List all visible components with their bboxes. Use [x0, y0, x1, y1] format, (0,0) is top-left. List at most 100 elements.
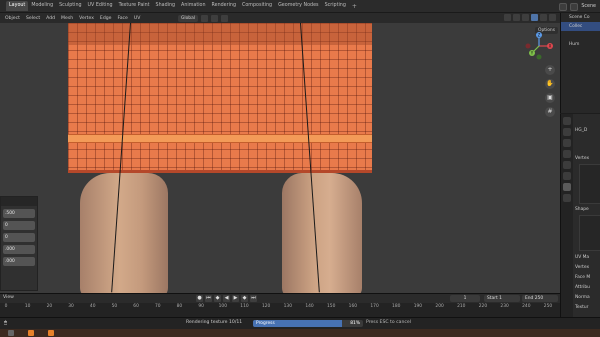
- render-tab-icon[interactable]: [563, 128, 571, 136]
- operator-field-2[interactable]: 0: [3, 221, 35, 230]
- section-texture-space[interactable]: Textur: [575, 305, 588, 310]
- snap-icon[interactable]: [211, 14, 219, 22]
- frame-ruler[interactable]: 0 10 20 30 40 50 60 70 80 90 100 110 120 130 140 150 160…: [0, 303, 560, 311]
- next-key-icon[interactable]: ◆: [241, 295, 248, 302]
- section-face-maps[interactable]: Face M: [575, 275, 590, 280]
- menu-face[interactable]: Face: [114, 16, 130, 21]
- workspace-tab-scripting[interactable]: Scripting: [322, 1, 349, 11]
- menu-uv[interactable]: UV: [131, 16, 144, 21]
- outliner-row[interactable]: Collec: [561, 22, 600, 31]
- workspace-tab-uv-editing[interactable]: UV Editing: [85, 1, 116, 11]
- outliner-row[interactable]: [561, 58, 600, 67]
- vertex-group-list[interactable]: [579, 164, 600, 204]
- workspace-tab-rendering[interactable]: Rendering: [209, 1, 240, 11]
- ruler-tick-label: 60: [133, 304, 139, 309]
- add-workspace-button[interactable]: +: [349, 3, 360, 10]
- workspace-tab-layout[interactable]: Layout: [6, 1, 29, 11]
- pivot-icon[interactable]: [201, 14, 209, 22]
- modifier-tab-icon[interactable]: [563, 172, 571, 180]
- workspace-tab-shading[interactable]: Shading: [153, 1, 179, 11]
- scene-selector[interactable]: Scene: [581, 4, 596, 9]
- shading-render-icon[interactable]: [549, 14, 556, 21]
- outliner-row[interactable]: [561, 85, 600, 94]
- outliner-row[interactable]: [561, 67, 600, 76]
- workspace-tab-sculpting[interactable]: Sculpting: [56, 1, 84, 11]
- overlay-icon[interactable]: [504, 14, 511, 21]
- view-layer-icon[interactable]: [570, 2, 579, 11]
- section-vertex-groups[interactable]: Vertex: [575, 156, 589, 161]
- blender-taskbar-icon-2[interactable]: [48, 330, 54, 336]
- jump-start-icon[interactable]: ⏮: [205, 295, 212, 302]
- start-frame-field[interactable]: Start 1: [484, 295, 520, 302]
- workspace-tab-modeling[interactable]: Modeling: [28, 1, 56, 11]
- record-icon[interactable]: ●: [196, 295, 203, 302]
- proportional-edit-icon[interactable]: [221, 14, 229, 22]
- output-tab-icon[interactable]: [563, 139, 571, 147]
- operator-panel-header[interactable]: [1, 197, 37, 206]
- 3d-viewport[interactable]: Options X Z Y + ✋ ▣ # .500 0 0 .000 .000: [0, 23, 560, 293]
- section-vertex-colors[interactable]: Vertex: [575, 265, 589, 270]
- ruler-tick-label: 110: [240, 304, 249, 309]
- ruler-tick-label: 250: [543, 304, 553, 309]
- taskbar-app-icon[interactable]: [8, 330, 14, 336]
- outliner-row[interactable]: [561, 76, 600, 85]
- menu-add[interactable]: Add: [43, 16, 58, 21]
- workspace-tab-animation[interactable]: Animation: [178, 1, 208, 11]
- object-tab-icon[interactable]: [563, 161, 571, 169]
- operator-field-5[interactable]: .000: [3, 257, 35, 266]
- workspace-tab-compositing[interactable]: Compositing: [239, 1, 275, 11]
- play-icon[interactable]: ▶: [232, 295, 239, 302]
- grid-icon[interactable]: #: [545, 107, 555, 117]
- menu-vertex[interactable]: Vertex: [76, 16, 97, 21]
- outliner-row[interactable]: Hum: [561, 40, 600, 49]
- section-attributes[interactable]: Attribu: [575, 285, 590, 290]
- blender-taskbar-icon[interactable]: [28, 330, 34, 336]
- outliner-row[interactable]: [561, 49, 600, 58]
- navigation-gizmo[interactable]: X Z Y: [524, 31, 554, 61]
- play-reverse-icon[interactable]: ◀: [223, 295, 230, 302]
- camera-icon[interactable]: ▣: [545, 93, 555, 103]
- shading-wire-icon[interactable]: [522, 14, 529, 21]
- timeline-view-menu[interactable]: View: [3, 295, 14, 300]
- zoom-icon[interactable]: +: [545, 65, 555, 75]
- prev-key-icon[interactable]: ◆: [214, 295, 221, 302]
- outliner-row[interactable]: Scene Co: [561, 13, 600, 22]
- menu-object[interactable]: Object: [2, 16, 23, 21]
- jump-end-icon[interactable]: ⏭: [250, 295, 257, 302]
- operator-field-3[interactable]: 0: [3, 233, 35, 242]
- material-tab-icon[interactable]: [563, 194, 571, 202]
- header-menus: Object Select Add Mesh Vertex Edge Face …: [0, 16, 143, 21]
- outliner: Scene Co Collec Hum: [560, 13, 600, 113]
- shape-key-list[interactable]: [579, 215, 600, 251]
- ruler-tick-label: 130: [283, 304, 293, 309]
- render-engine-icon[interactable]: [559, 2, 568, 11]
- ruler-tick-label: 120: [261, 304, 271, 309]
- menu-select[interactable]: Select: [23, 16, 43, 21]
- operator-field-4[interactable]: .000: [3, 245, 35, 254]
- section-shape-keys[interactable]: Shape: [575, 207, 589, 212]
- workspace-tab-texture-paint[interactable]: Texture Paint: [116, 1, 153, 11]
- shading-solid-icon[interactable]: [531, 14, 538, 21]
- topbar-right: Scene: [559, 0, 600, 13]
- shading-material-icon[interactable]: [540, 14, 547, 21]
- pan-hand-icon[interactable]: ✋: [545, 79, 555, 89]
- progress-percent: 81%: [350, 321, 360, 326]
- tool-tab-icon[interactable]: [563, 117, 571, 125]
- xray-icon[interactable]: [513, 14, 520, 21]
- object-name[interactable]: HG_D: [575, 128, 587, 133]
- current-frame-field[interactable]: 1: [450, 295, 480, 302]
- section-normals[interactable]: Norma: [575, 295, 590, 300]
- section-uv-maps[interactable]: UV Ma: [575, 255, 589, 260]
- outliner-row[interactable]: [561, 31, 600, 40]
- menu-mesh[interactable]: Mesh: [58, 16, 76, 21]
- ruler-tick-label: 180: [392, 304, 401, 309]
- menu-edge[interactable]: Edge: [97, 16, 115, 21]
- end-frame-field[interactable]: End 250: [522, 295, 558, 302]
- shading-controls: [504, 14, 556, 22]
- transform-orientation-select[interactable]: Global: [178, 14, 199, 22]
- mesh-data-tab-icon[interactable]: [563, 183, 571, 191]
- workspace-tab-geometry-nodes[interactable]: Geometry Nodes: [275, 1, 321, 11]
- ruler-tick-label: 190: [413, 304, 423, 309]
- operator-field-1[interactable]: .500: [3, 209, 35, 218]
- scene-tab-icon[interactable]: [563, 150, 571, 158]
